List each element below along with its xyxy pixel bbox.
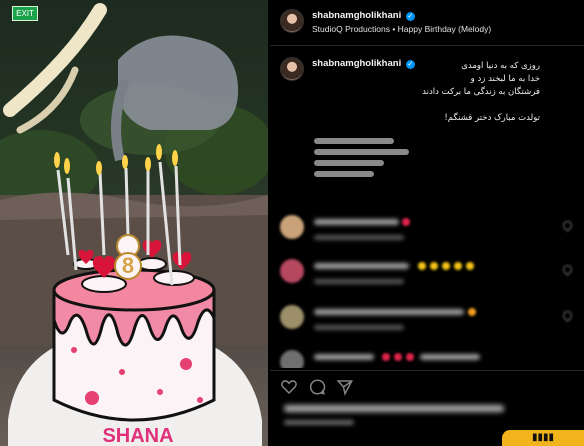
star-emoji-icon (466, 262, 474, 270)
birthday-cake-photo: 8 SHANA (0, 3, 268, 446)
heart-emoji-icon (382, 353, 390, 361)
like-comment-icon[interactable] (561, 219, 574, 232)
comment-avatar[interactable] (280, 305, 304, 329)
caption-line: خدا به ما لبخند زد و (470, 74, 540, 84)
comment-item (270, 257, 584, 293)
audio-subtitle[interactable]: StudioQ Productions • Happy Birthday (Me… (312, 24, 491, 34)
post-media[interactable]: 8 SHANA EXIT (0, 0, 268, 446)
comment-avatar[interactable] (280, 350, 304, 368)
likes-count-blurred (284, 405, 504, 412)
comment-meta-blurred (314, 279, 404, 284)
header-username[interactable]: shabnamgholikhani (312, 10, 401, 21)
emoji-icon (468, 308, 476, 316)
caption-line: تولدت مبارک دختر قشنگم! (444, 113, 540, 123)
comment-text-blurred (314, 219, 399, 225)
comment-text-blurred (314, 354, 374, 360)
blurred-line (314, 138, 394, 144)
avatar[interactable] (280, 9, 304, 33)
cake-lettering: SHANA (102, 425, 173, 446)
send-icon[interactable] (336, 378, 354, 396)
post-date-blurred (284, 420, 354, 425)
exit-sign: EXIT (12, 6, 38, 21)
number-candle: 8 (122, 253, 134, 278)
comment-meta-blurred (314, 235, 404, 240)
heart-emoji-icon (406, 353, 414, 361)
like-comment-icon[interactable] (561, 263, 574, 276)
heart-emoji-icon (394, 353, 402, 361)
comment-item (270, 213, 584, 249)
comment-avatar[interactable] (280, 259, 304, 283)
star-emoji-icon (454, 262, 462, 270)
comment-icon[interactable] (308, 378, 326, 396)
caption-avatar[interactable] (280, 57, 304, 81)
caption-line: روزی که به دنیا اومدی (461, 61, 540, 71)
comment-text-blurred (420, 354, 480, 360)
star-emoji-icon (430, 262, 438, 270)
post-panel: shabnamgholikhani ✓ StudioQ Productions … (270, 0, 584, 446)
caption-text: روزی که به دنیا اومدی خدا به ما لبخند زد… (312, 60, 540, 125)
blurred-line (314, 149, 409, 155)
blurred-line (314, 171, 374, 177)
comment-text-blurred (314, 309, 464, 315)
comment-item (270, 303, 584, 339)
star-emoji-icon (418, 262, 426, 270)
comment-item (270, 348, 584, 368)
post-header: shabnamgholikhani ✓ StudioQ Productions … (270, 0, 584, 46)
like-comment-icon[interactable] (561, 309, 574, 322)
heart-icon[interactable] (280, 378, 298, 396)
blurred-hashtags (314, 138, 464, 182)
caption-line: فرشتگان به زندگی ما برکت دادند (422, 87, 540, 97)
heart-emoji-icon (402, 218, 410, 226)
header-username-row: shabnamgholikhani ✓ (312, 10, 415, 21)
caption-gap (312, 99, 540, 112)
comment-meta-blurred (314, 325, 404, 330)
watermark-logo: ▮▮▮▮ (502, 430, 584, 446)
verified-badge-icon: ✓ (405, 12, 415, 21)
star-emoji-icon (442, 262, 450, 270)
blurred-line (314, 160, 384, 166)
action-bar (270, 370, 584, 400)
comment-text-blurred (314, 263, 409, 269)
comment-avatar[interactable] (280, 215, 304, 239)
